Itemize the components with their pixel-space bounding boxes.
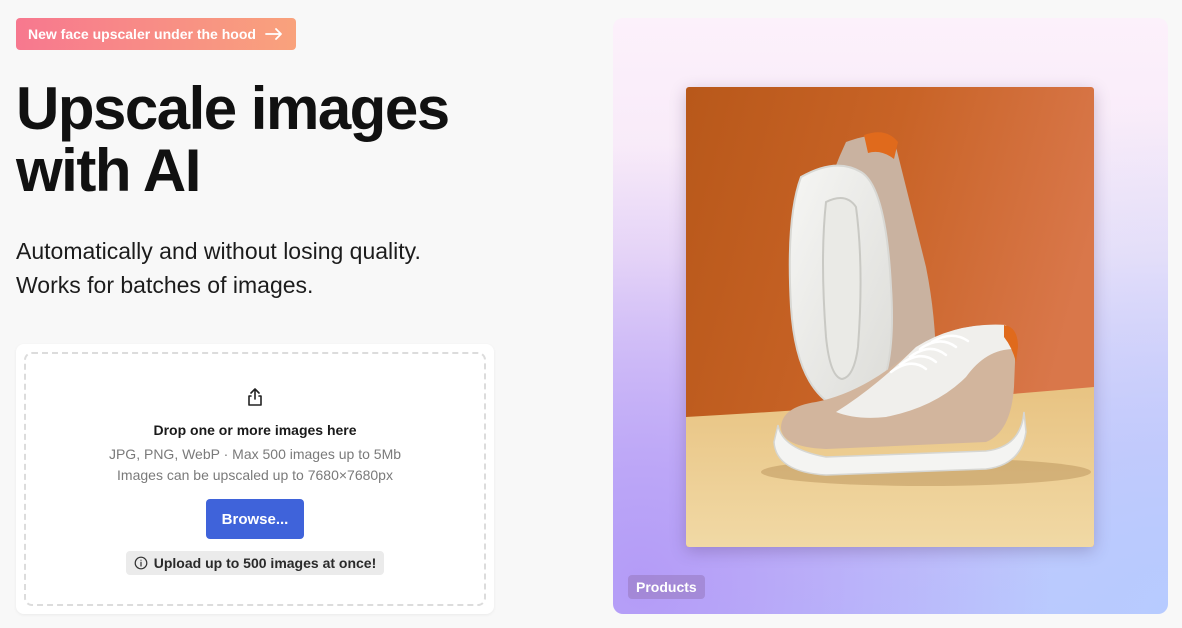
info-circle-icon [134, 556, 148, 570]
batch-info-badge: Upload up to 500 images at once! [125, 551, 385, 575]
page-title: Upscale images with AI [16, 75, 450, 204]
page-subtitle: Automatically and without losing quality… [16, 234, 496, 302]
share-upload-icon [244, 386, 266, 408]
image-dropzone[interactable]: Drop one or more images here JPG, PNG, W… [24, 352, 486, 606]
promo-banner-link[interactable]: New face upscaler under the hood [16, 18, 296, 50]
dropzone-title: Drop one or more images here [153, 422, 357, 438]
arrow-right-icon [264, 27, 284, 41]
promo-label: New face upscaler under the hood [28, 26, 256, 42]
dropzone-formats: JPG, PNG, WebP · Max 500 images up to 5M… [108, 446, 402, 462]
upload-card: Drop one or more images here JPG, PNG, W… [16, 344, 494, 614]
subtitle-line-1: Automatically and without losing quality… [16, 238, 421, 264]
showcase-panel: Products [613, 18, 1168, 614]
hero-section: New face upscaler under the hood Upscale… [16, 18, 516, 302]
dropzone-size-limit: Images can be upscaled up to 7680×7680px [117, 467, 393, 483]
browse-button[interactable]: Browse... [206, 499, 304, 539]
batch-info-text: Upload up to 500 images at once! [153, 555, 377, 571]
category-tag[interactable]: Products [628, 575, 705, 599]
subtitle-line-2: Works for batches of images. [16, 272, 314, 298]
sample-product-image [686, 87, 1094, 547]
